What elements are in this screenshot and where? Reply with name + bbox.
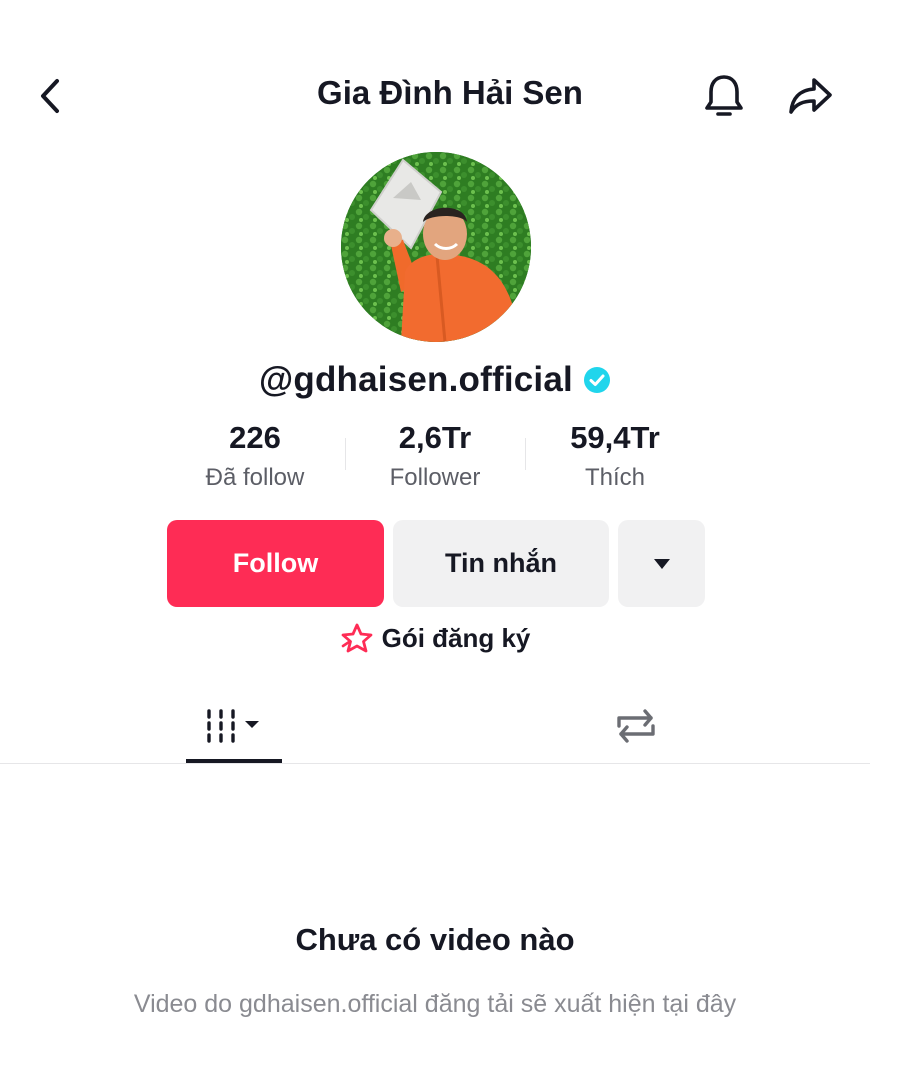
stat-followers[interactable]: 2,6Tr Follower xyxy=(345,418,525,498)
stat-label: Đã follow xyxy=(205,464,305,491)
page-title: Gia Đình Hải Sen xyxy=(317,74,583,111)
notification-button[interactable] xyxy=(696,68,752,124)
stat-label: Follower xyxy=(389,464,481,491)
bell-icon xyxy=(705,75,743,116)
follow-button[interactable]: Follow xyxy=(167,520,384,607)
content-tabs xyxy=(0,688,870,764)
tab-videos[interactable] xyxy=(186,688,282,763)
more-options-button[interactable] xyxy=(618,520,705,607)
top-bar: Gia Đình Hải Sen xyxy=(0,60,900,130)
empty-state-title: Chưa có video nào xyxy=(295,922,575,957)
share-arrow-icon xyxy=(789,78,832,114)
stat-likes[interactable]: 59,4Tr Thích xyxy=(525,418,705,498)
verified-badge-icon xyxy=(583,367,610,393)
stat-value: 59,4Tr xyxy=(570,420,660,455)
grid-icon xyxy=(207,708,259,743)
tab-reposts[interactable] xyxy=(588,688,684,763)
avatar-image xyxy=(341,152,531,342)
repost-icon xyxy=(617,708,655,743)
avatar[interactable] xyxy=(341,152,531,342)
caret-down-icon xyxy=(653,558,670,569)
empty-state-description: Video do gdhaisen.official đăng tải sẽ x… xyxy=(133,990,737,1018)
stat-value: 2,6Tr xyxy=(398,420,472,455)
stats-bar: 226 Đã follow 2,6Tr Follower 59,4Tr Thíc… xyxy=(165,418,705,498)
username: @gdhaisen.official xyxy=(259,360,573,399)
stat-following[interactable]: 226 Đã follow xyxy=(165,418,345,498)
share-button[interactable] xyxy=(782,68,838,124)
subscription-label: Gói đăng ký xyxy=(381,622,531,653)
stat-label: Thích xyxy=(584,464,646,491)
stat-value: 226 xyxy=(229,420,281,455)
username-row: @gdhaisen.official xyxy=(0,360,870,400)
star-sparkle-icon xyxy=(341,623,372,653)
profile-page: Gia Đình Hải Sen @gdhaisen.official 226 … xyxy=(0,0,900,1092)
subscription-link[interactable]: Gói đăng ký xyxy=(0,622,870,654)
message-button[interactable]: Tin nhắn xyxy=(393,520,609,607)
